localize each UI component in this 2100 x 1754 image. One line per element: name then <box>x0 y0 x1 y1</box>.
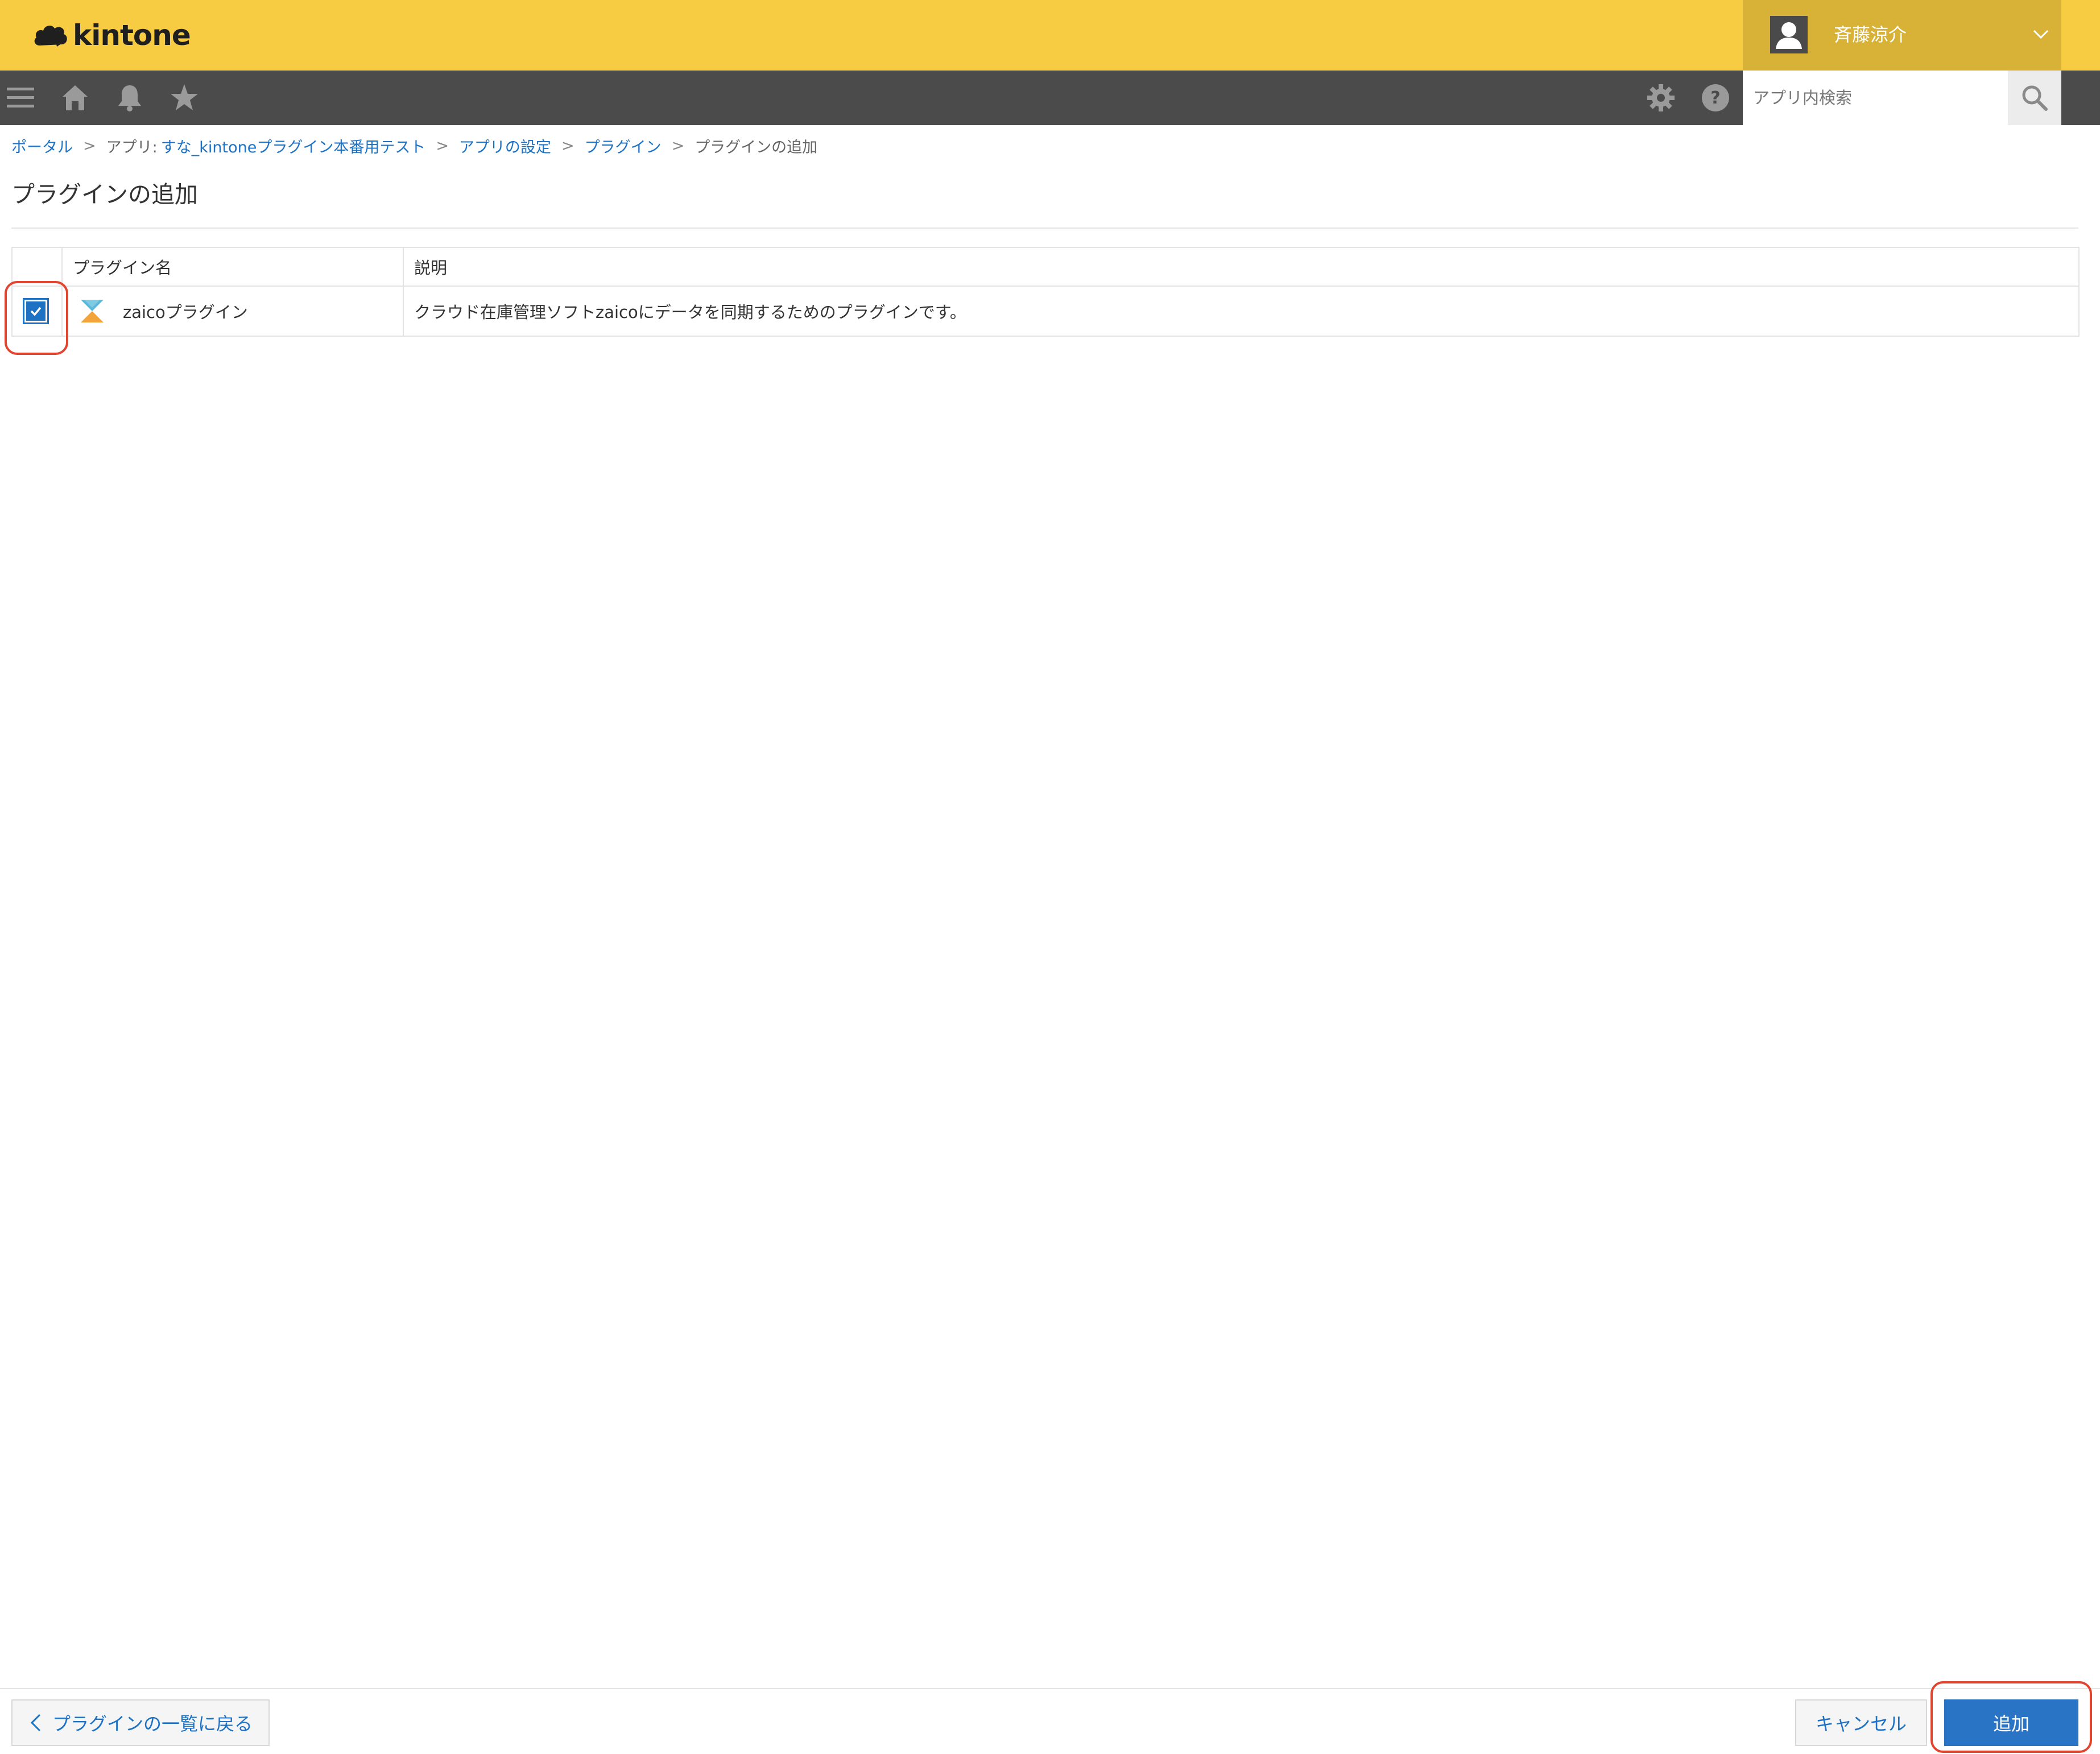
breadcrumb-separator: > <box>436 136 449 155</box>
breadcrumb: ポータル > アプリ: すな_kintoneプラグイン本番用テスト > アプリの… <box>11 134 817 157</box>
user-icon <box>1776 22 1802 49</box>
menu-icon[interactable] <box>5 82 36 114</box>
divider <box>11 227 2078 229</box>
add-button[interactable]: 追加 <box>1944 1699 2078 1746</box>
search-input[interactable] <box>1743 71 2008 125</box>
breadcrumb-current: プラグインの追加 <box>695 138 818 156</box>
column-header-description: 説明 <box>403 247 2080 287</box>
home-icon[interactable] <box>59 82 91 114</box>
star-icon[interactable] <box>168 82 200 114</box>
avatar <box>1770 16 1808 53</box>
plugin-description: クラウド在庫管理ソフトzaicoにデータを同期するためのプラグインです。 <box>403 286 2080 337</box>
bell-icon[interactable] <box>114 82 146 114</box>
zaico-logo-icon <box>78 297 106 325</box>
app-search <box>1743 71 2061 125</box>
plugin-table: プラグイン名 説明 zaicoプラグイン クラウド在庫管理ソフトzaicoにデー… <box>11 247 2080 337</box>
table-header-row: プラグイン名 説明 <box>11 247 2080 287</box>
svg-text:?: ? <box>1710 88 1720 108</box>
breadcrumb-portal[interactable]: ポータル <box>11 135 73 157</box>
global-header: kintone 斉藤涼介 <box>0 0 2100 71</box>
search-button[interactable] <box>2008 71 2061 125</box>
gear-icon[interactable] <box>1645 82 1677 114</box>
kintone-logo[interactable]: kintone <box>32 15 191 56</box>
back-button-label: プラグインの一覧に戻る <box>52 1713 253 1735</box>
select-cell <box>11 286 63 337</box>
plugin-name-cell: zaicoプラグイン <box>61 286 404 337</box>
breadcrumb-separator: > <box>561 136 574 155</box>
plugin-checkbox[interactable] <box>23 298 49 324</box>
breadcrumb-app-settings[interactable]: アプリの設定 <box>459 135 551 157</box>
chevron-left-icon <box>30 1714 41 1732</box>
help-icon[interactable]: ? <box>1700 82 1731 114</box>
cancel-button[interactable]: キャンセル <box>1795 1699 1927 1746</box>
column-header-name: プラグイン名 <box>61 247 404 287</box>
breadcrumb-plugin[interactable]: プラグイン <box>585 135 662 157</box>
footer-divider <box>0 1688 2100 1689</box>
search-icon <box>2022 85 2048 111</box>
checkmark-icon <box>30 307 42 316</box>
chevron-down-icon[interactable] <box>2031 24 2051 44</box>
breadcrumb-app-name[interactable]: すな_kintoneプラグイン本番用テスト <box>161 135 426 157</box>
page-title: プラグインの追加 <box>11 181 198 208</box>
user-menu[interactable]: 斉藤涼介 <box>1743 0 2061 71</box>
table-row: zaicoプラグイン クラウド在庫管理ソフトzaicoにデータを同期するためのプ… <box>11 286 2080 337</box>
logo-text: kintone <box>73 19 191 52</box>
breadcrumb-app-prefix: アプリ: <box>106 138 158 156</box>
back-to-plugin-list-button[interactable]: プラグインの一覧に戻る <box>11 1699 270 1746</box>
breadcrumb-separator: > <box>671 136 685 155</box>
plugin-name: zaicoプラグイン <box>123 303 248 322</box>
checkbox-fill <box>26 301 46 321</box>
column-header-select <box>11 247 63 287</box>
breadcrumb-separator: > <box>83 136 96 155</box>
user-name: 斉藤涼介 <box>1834 24 1907 45</box>
toolbar: ? <box>0 71 2100 125</box>
cloud-logo-icon <box>34 26 67 47</box>
